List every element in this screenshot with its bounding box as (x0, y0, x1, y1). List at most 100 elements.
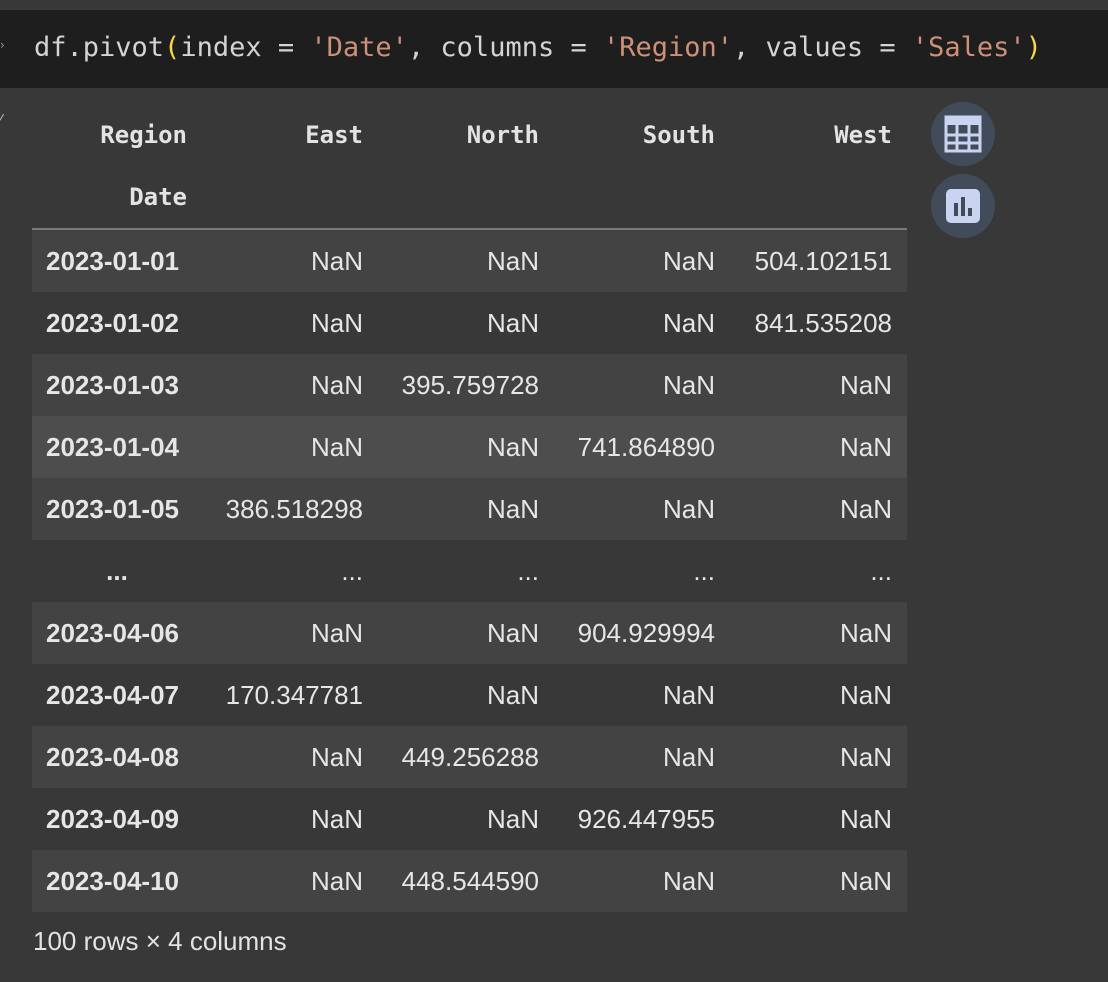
table-cell: NaN (662, 865, 715, 896)
cell-top-strip (0, 0, 1108, 10)
table-cell: 741.864890 (577, 431, 715, 462)
row-index-ellipsis: ... (106, 555, 128, 586)
table-row: 2023-01-01 NaN NaN NaN 504.102151 (32, 229, 907, 292)
table-cell: NaN (839, 369, 892, 400)
code-arg3-value: 'Sales' (911, 32, 1026, 63)
table-cell-ellipsis: ... (693, 555, 715, 586)
table-cell: NaN (662, 369, 715, 400)
table-cell-ellipsis: ... (517, 555, 539, 586)
table-cell: NaN (486, 245, 539, 276)
code-arg2-key: columns = (440, 32, 603, 63)
table-ellipsis-row: ... ... ... ... ... (32, 540, 907, 602)
table-cell: NaN (662, 679, 715, 710)
table-cell: NaN (486, 679, 539, 710)
code-sep2: , (733, 32, 766, 63)
row-index: 2023-04-09 (46, 803, 179, 834)
table-cell: NaN (662, 307, 715, 338)
table-cell: NaN (310, 803, 363, 834)
code-arg2-value: 'Region' (602, 32, 734, 63)
table-row: 2023-01-03 NaN 395.759728 NaN NaN (32, 354, 907, 416)
table-cell: NaN (486, 617, 539, 648)
column-header-west: West (730, 104, 907, 166)
columns-name-header: Region (32, 104, 202, 166)
columns-header-row: Region East North South West (32, 104, 907, 166)
table-cell: NaN (310, 369, 363, 400)
table-cell: NaN (839, 493, 892, 524)
output-collapse-icon[interactable]: ⁄ (0, 112, 6, 126)
table-row: 2023-04-07 170.347781 NaN NaN NaN (32, 664, 907, 726)
code-sep1: , (407, 32, 441, 63)
row-index: 2023-04-06 (46, 617, 179, 648)
table-row: 2023-01-02 NaN NaN NaN 841.535208 (32, 292, 907, 354)
empty-header-cell (202, 166, 378, 229)
code-open-paren: ( (164, 32, 181, 63)
code-arg3-key: values = (765, 32, 912, 63)
row-index: 2023-01-02 (46, 307, 179, 338)
table-cell: NaN (310, 617, 363, 648)
table-cell: NaN (839, 431, 892, 462)
table-cell: NaN (310, 431, 363, 462)
table-cell: 449.256288 (401, 741, 539, 772)
table-cell: NaN (839, 803, 892, 834)
table-cell: NaN (310, 741, 363, 772)
table-cell: NaN (839, 865, 892, 896)
table-cell: NaN (310, 865, 363, 896)
table-cell: 504.102151 (754, 245, 892, 276)
table-cell: 395.759728 (401, 369, 539, 400)
table-cell: 926.447955 (577, 803, 715, 834)
table-cell-ellipsis: ... (341, 555, 363, 586)
convert-to-interactive-table-button[interactable] (931, 102, 995, 166)
table-cell: NaN (839, 679, 892, 710)
row-index: 2023-01-04 (46, 431, 179, 462)
table-grid-icon (944, 115, 982, 153)
index-header-row: Date (32, 166, 907, 229)
table-cell: NaN (486, 803, 539, 834)
empty-header-cell (554, 166, 730, 229)
table-cell: NaN (662, 741, 715, 772)
table-cell-ellipsis: ... (870, 555, 892, 586)
table-cell: 170.347781 (225, 679, 363, 710)
row-index: 2023-04-08 (46, 741, 179, 772)
table-cell: NaN (310, 307, 363, 338)
table-cell: NaN (662, 493, 715, 524)
table-row: 2023-01-05 386.518298 NaN NaN NaN (32, 478, 907, 540)
table-cell: 386.518298 (225, 493, 363, 524)
table-cell: 448.544590 (401, 865, 539, 896)
dataframe-output: Region East North South West Date 2023-0… (32, 104, 907, 912)
run-indicator-icon: › (0, 38, 5, 52)
table-cell: NaN (486, 431, 539, 462)
table-cell: NaN (839, 617, 892, 648)
table-cell: NaN (486, 307, 539, 338)
code-func: df.pivot (34, 32, 165, 63)
notebook-cell: df.pivot(index = 'Date', columns = 'Regi… (0, 0, 1108, 982)
table-row-hovered: 2023-01-04 NaN NaN 741.864890 NaN (32, 416, 907, 478)
row-index: 2023-01-03 (46, 369, 179, 400)
column-header-east: East (202, 104, 378, 166)
dataframe-shape-summary: 100 rows × 4 columns (33, 926, 287, 956)
code-close-paren: ) (1025, 32, 1042, 63)
table-cell: NaN (486, 493, 539, 524)
table-cell: 904.929994 (577, 617, 715, 648)
code-arg1-value: 'Date' (310, 32, 408, 63)
suggest-charts-button[interactable] (931, 174, 995, 238)
row-index: 2023-04-07 (46, 679, 179, 710)
code-arg1-key: index = (180, 32, 311, 63)
empty-header-cell (730, 166, 907, 229)
row-index: 2023-01-01 (46, 245, 179, 276)
dataframe-table: Region East North South West Date 2023-0… (32, 104, 907, 912)
row-index: 2023-01-05 (46, 493, 179, 524)
code-editor[interactable]: df.pivot(index = 'Date', columns = 'Regi… (0, 10, 1108, 88)
column-header-south: South (554, 104, 730, 166)
empty-header-cell (378, 166, 554, 229)
table-cell: NaN (310, 245, 363, 276)
row-index: 2023-04-10 (46, 865, 179, 896)
column-header-north: North (378, 104, 554, 166)
table-row: 2023-04-08 NaN 449.256288 NaN NaN (32, 726, 907, 788)
code-line[interactable]: df.pivot(index = 'Date', columns = 'Regi… (34, 31, 1042, 65)
index-name-header: Date (32, 166, 202, 229)
table-row: 2023-04-10 NaN 448.544590 NaN NaN (32, 850, 907, 912)
table-cell: NaN (839, 741, 892, 772)
bar-chart-icon (946, 189, 980, 223)
table-cell: NaN (662, 245, 715, 276)
table-row: 2023-04-09 NaN NaN 926.447955 NaN (32, 788, 907, 850)
